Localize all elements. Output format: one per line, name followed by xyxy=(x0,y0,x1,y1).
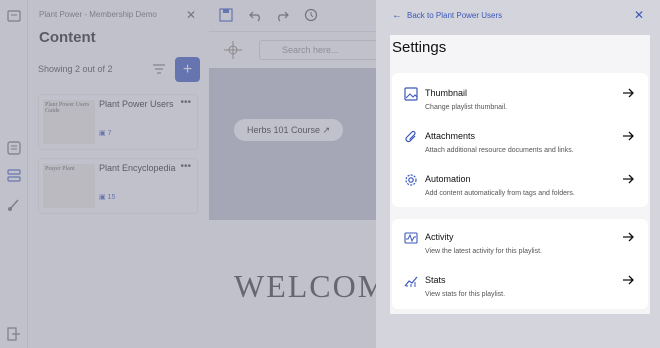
back-link[interactable]: ← Back to Plant Power Users xyxy=(392,10,502,21)
modal-overlay[interactable] xyxy=(0,0,376,348)
row-title: Activity xyxy=(425,232,454,242)
arrow-right-icon xyxy=(623,174,634,184)
arrow-left-icon: ← xyxy=(392,10,402,21)
arrow-right-icon xyxy=(623,88,634,98)
image-icon xyxy=(404,87,418,101)
arrow-right-icon xyxy=(623,232,634,242)
row-title: Thumbnail xyxy=(425,88,468,98)
row-title: Stats xyxy=(425,275,446,285)
arrow-right-icon xyxy=(623,131,634,141)
settings-group-insights: Activity View the latest activity for th… xyxy=(392,219,648,309)
row-description: View stats for this playlist. xyxy=(425,291,506,298)
stats-icon xyxy=(404,276,418,287)
row-description: Attach additional resource documents and… xyxy=(425,147,574,154)
settings-row-stats[interactable]: Stats View stats for this playlist. xyxy=(392,266,648,306)
activity-icon xyxy=(404,232,418,244)
paperclip-icon xyxy=(405,130,416,143)
close-icon[interactable]: ✕ xyxy=(634,8,644,22)
row-description: Add content automatically from tags and … xyxy=(425,190,575,197)
arrow-right-icon xyxy=(623,275,634,285)
back-link-label: Back to Plant Power Users xyxy=(407,11,503,20)
settings-row-activity[interactable]: Activity View the latest activity for th… xyxy=(392,223,648,263)
settings-row-thumbnail[interactable]: Thumbnail Change playlist thumbnail. xyxy=(392,79,648,119)
settings-drawer: ← Back to Plant Power Users ✕ Settings T… xyxy=(376,0,660,348)
settings-row-automation[interactable]: Automation Add content automatically fro… xyxy=(392,165,648,205)
settings-title: Settings xyxy=(392,39,447,56)
settings-row-attachments[interactable]: Attachments Attach additional resource d… xyxy=(392,122,648,162)
gear-icon xyxy=(405,174,417,186)
row-title: Automation xyxy=(425,174,471,184)
row-description: View the latest activity for this playli… xyxy=(425,248,542,255)
settings-panel: Settings Thumbnail Change playlist thumb… xyxy=(390,35,650,314)
row-description: Change playlist thumbnail. xyxy=(425,104,508,111)
settings-group-playlist: Thumbnail Change playlist thumbnail. Att… xyxy=(392,73,648,207)
row-title: Attachments xyxy=(425,131,476,141)
